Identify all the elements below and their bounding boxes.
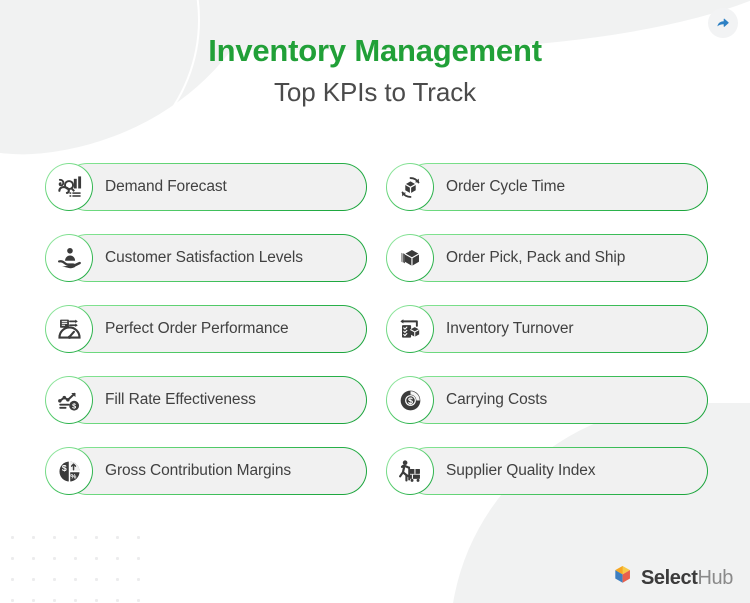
kpi-label: Inventory Turnover: [446, 320, 574, 337]
kpi-card-supplier-quality-index[interactable]: Supplier Quality Index: [386, 447, 708, 495]
selecthub-cube-icon: [612, 564, 634, 591]
kpi-card-inventory-turnover[interactable]: Inventory Turnover: [386, 305, 708, 353]
logo-select-text: Select: [640, 566, 698, 589]
kpi-card-order-pick-pack-and-ship[interactable]: Order Pick, Pack and Ship: [386, 234, 708, 282]
background-dot-grid: [0, 525, 150, 603]
kpi-label: Perfect Order Performance: [105, 320, 289, 337]
inventory-turnover-icon: [386, 305, 434, 353]
kpi-card-carrying-costs[interactable]: $ Carrying Costs: [386, 376, 708, 424]
svg-text:$: $: [61, 463, 66, 473]
svg-text:$: $: [72, 402, 76, 410]
customer-satisfaction-icon: [45, 234, 93, 282]
supplier-quality-index-icon: [386, 447, 434, 495]
kpi-label: Gross Contribution Margins: [105, 462, 292, 479]
logo-hub-text: Hub: [697, 566, 734, 589]
kpi-card-order-cycle-time[interactable]: Order Cycle Time: [386, 163, 708, 211]
infographic-canvas: Inventory Management Top KPIs to Track D…: [0, 0, 750, 603]
selecthub-logo[interactable]: SelectHub: [612, 564, 733, 591]
kpi-card-demand-forecast[interactable]: Demand Forecast: [45, 163, 367, 211]
kpi-card-fill-rate-effectiveness[interactable]: $ Fill Rate Effectiveness: [45, 376, 367, 424]
kpi-label: Order Pick, Pack and Ship: [446, 249, 626, 266]
share-arrow-icon: [715, 15, 731, 31]
gross-contribution-margins-icon: $ %: [45, 447, 93, 495]
page-subtitle: Top KPIs to Track: [273, 76, 477, 107]
heading-block: Inventory Management Top KPIs to Track: [0, 32, 750, 109]
kpi-label: Fill Rate Effectiveness: [105, 391, 256, 408]
carrying-costs-icon: $: [386, 376, 434, 424]
svg-text:%: %: [70, 473, 76, 480]
order-cycle-time-icon: [386, 163, 434, 211]
kpi-label: Supplier Quality Index: [446, 462, 596, 479]
demand-forecast-icon: [45, 163, 93, 211]
kpi-card-perfect-order-performance[interactable]: Perfect Order Performance: [45, 305, 367, 353]
kpi-grid: Demand Forecast Order Cycle Time Custome…: [45, 163, 708, 495]
kpi-label: Customer Satisfaction Levels: [105, 249, 303, 266]
selecthub-wordmark: SelectHub: [641, 568, 733, 588]
package-box-icon: [386, 234, 434, 282]
kpi-card-customer-satisfaction-levels[interactable]: Customer Satisfaction Levels: [45, 234, 367, 282]
kpi-label: Carrying Costs: [446, 391, 548, 408]
kpi-label: Demand Forecast: [105, 178, 227, 195]
perfect-order-performance-icon: [45, 305, 93, 353]
kpi-card-gross-contribution-margins[interactable]: $ % Gross Contribution Margins: [45, 447, 367, 495]
fill-rate-effectiveness-icon: $: [45, 376, 93, 424]
svg-text:$: $: [407, 395, 412, 405]
kpi-label: Order Cycle Time: [446, 178, 565, 195]
page-title: Inventory Management: [208, 33, 542, 68]
